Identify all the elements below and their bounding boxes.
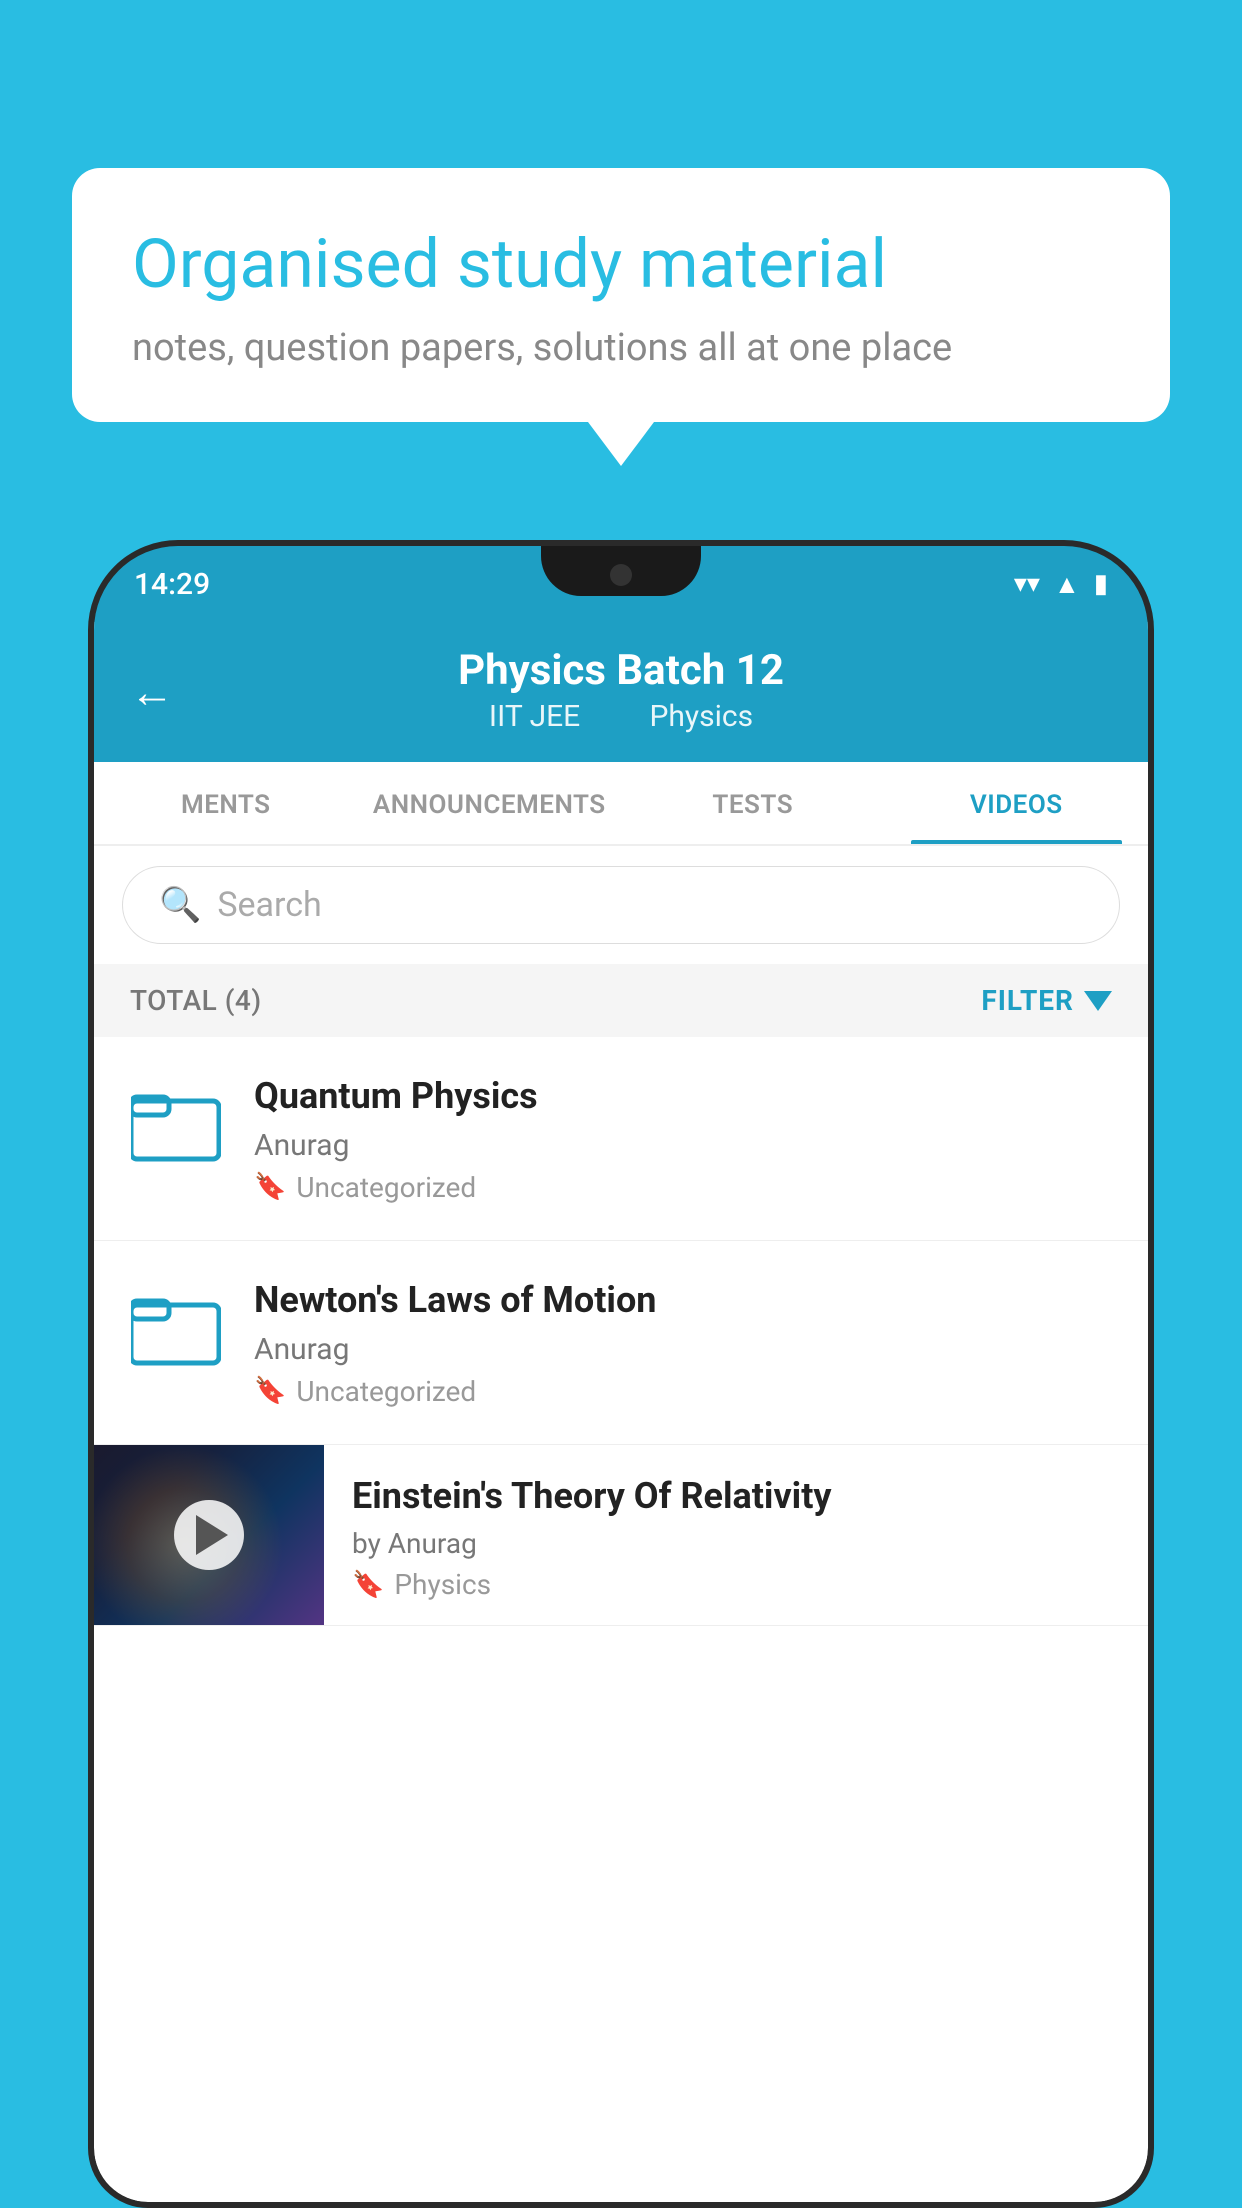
app-header: ← Physics Batch 12 IIT JEE Physics: [94, 622, 1148, 762]
search-container: 🔍 Search: [94, 846, 1148, 964]
video-tag: 🔖 Physics: [352, 1568, 1120, 1601]
wifi-icon: ▾▾: [1014, 569, 1040, 599]
tab-tests[interactable]: TESTS: [621, 762, 885, 844]
video-author: Anurag: [254, 1128, 1116, 1163]
video-author: Anurag: [254, 1332, 1116, 1367]
speech-bubble: Organised study material notes, question…: [72, 168, 1170, 422]
tab-videos[interactable]: VIDEOS: [885, 762, 1149, 844]
header-subtitle-physics: Physics: [649, 699, 753, 734]
tabs-bar: MENTS ANNOUNCEMENTS TESTS VIDEOS: [94, 762, 1148, 846]
header-subtitle-iitjee: IIT JEE: [489, 699, 580, 734]
notch: [541, 546, 701, 596]
tab-ments[interactable]: MENTS: [94, 762, 358, 844]
tag-label: Uncategorized: [296, 1375, 476, 1408]
search-icon: 🔍: [159, 885, 201, 925]
video-title: Quantum Physics: [254, 1073, 1116, 1120]
total-count: TOTAL (4): [130, 984, 262, 1017]
video-tag: 🔖 Uncategorized: [254, 1171, 1116, 1204]
tag-label: Physics: [394, 1568, 491, 1601]
filter-label: FILTER: [981, 984, 1074, 1017]
video-info: Einstein's Theory Of Relativity by Anura…: [324, 1445, 1148, 1622]
battery-icon: ▮: [1094, 569, 1108, 599]
phone-screen: ← Physics Batch 12 IIT JEE Physics MENTS…: [94, 622, 1148, 2202]
play-icon: [196, 1515, 228, 1555]
play-button[interactable]: [174, 1500, 244, 1570]
video-tag: 🔖 Uncategorized: [254, 1375, 1116, 1408]
tag-icon: 🔖: [352, 1570, 384, 1600]
back-button[interactable]: ←: [130, 666, 174, 718]
video-author: by Anurag: [352, 1527, 1120, 1560]
video-title: Einstein's Theory Of Relativity: [352, 1473, 1120, 1520]
video-thumbnail: [94, 1445, 324, 1625]
tab-announcements[interactable]: ANNOUNCEMENTS: [358, 762, 622, 844]
status-bar: 14:29 ▾▾ ▲ ▮: [94, 546, 1148, 622]
bubble-subtitle: notes, question papers, solutions all at…: [132, 326, 1110, 370]
phone-frame: 14:29 ▾▾ ▲ ▮ ← Physics Batch 12 IIT JEE …: [88, 540, 1154, 2208]
header-title: Physics Batch 12: [134, 646, 1108, 695]
bubble-title: Organised study material: [132, 224, 1110, 306]
video-info: Newton's Laws of Motion Anurag 🔖 Uncateg…: [254, 1277, 1116, 1408]
status-time: 14:29: [134, 567, 210, 602]
status-icons: ▾▾ ▲ ▮: [1014, 569, 1108, 600]
folder-icon: [131, 1083, 221, 1163]
header-subtitle: IIT JEE Physics: [134, 699, 1108, 734]
folder-icon: [131, 1287, 221, 1367]
search-bar[interactable]: 🔍 Search: [122, 866, 1120, 944]
tag-icon: 🔖: [254, 1172, 286, 1202]
search-placeholder: Search: [217, 885, 321, 925]
tag-icon: 🔖: [254, 1376, 286, 1406]
filter-icon: [1084, 991, 1112, 1011]
content-area: Quantum Physics Anurag 🔖 Uncategorized: [94, 1037, 1148, 1626]
signal-icon: ▲: [1054, 569, 1080, 600]
video-icon-container: [126, 1073, 226, 1173]
list-item[interactable]: Einstein's Theory Of Relativity by Anura…: [94, 1445, 1148, 1626]
list-item[interactable]: Quantum Physics Anurag 🔖 Uncategorized: [94, 1037, 1148, 1241]
video-icon-container: [126, 1277, 226, 1377]
list-item[interactable]: Newton's Laws of Motion Anurag 🔖 Uncateg…: [94, 1241, 1148, 1445]
camera-dot: [610, 564, 632, 586]
video-title: Newton's Laws of Motion: [254, 1277, 1116, 1324]
video-info: Quantum Physics Anurag 🔖 Uncategorized: [254, 1073, 1116, 1204]
filter-button[interactable]: FILTER: [981, 984, 1112, 1017]
tag-label: Uncategorized: [296, 1171, 476, 1204]
filter-bar: TOTAL (4) FILTER: [94, 964, 1148, 1037]
